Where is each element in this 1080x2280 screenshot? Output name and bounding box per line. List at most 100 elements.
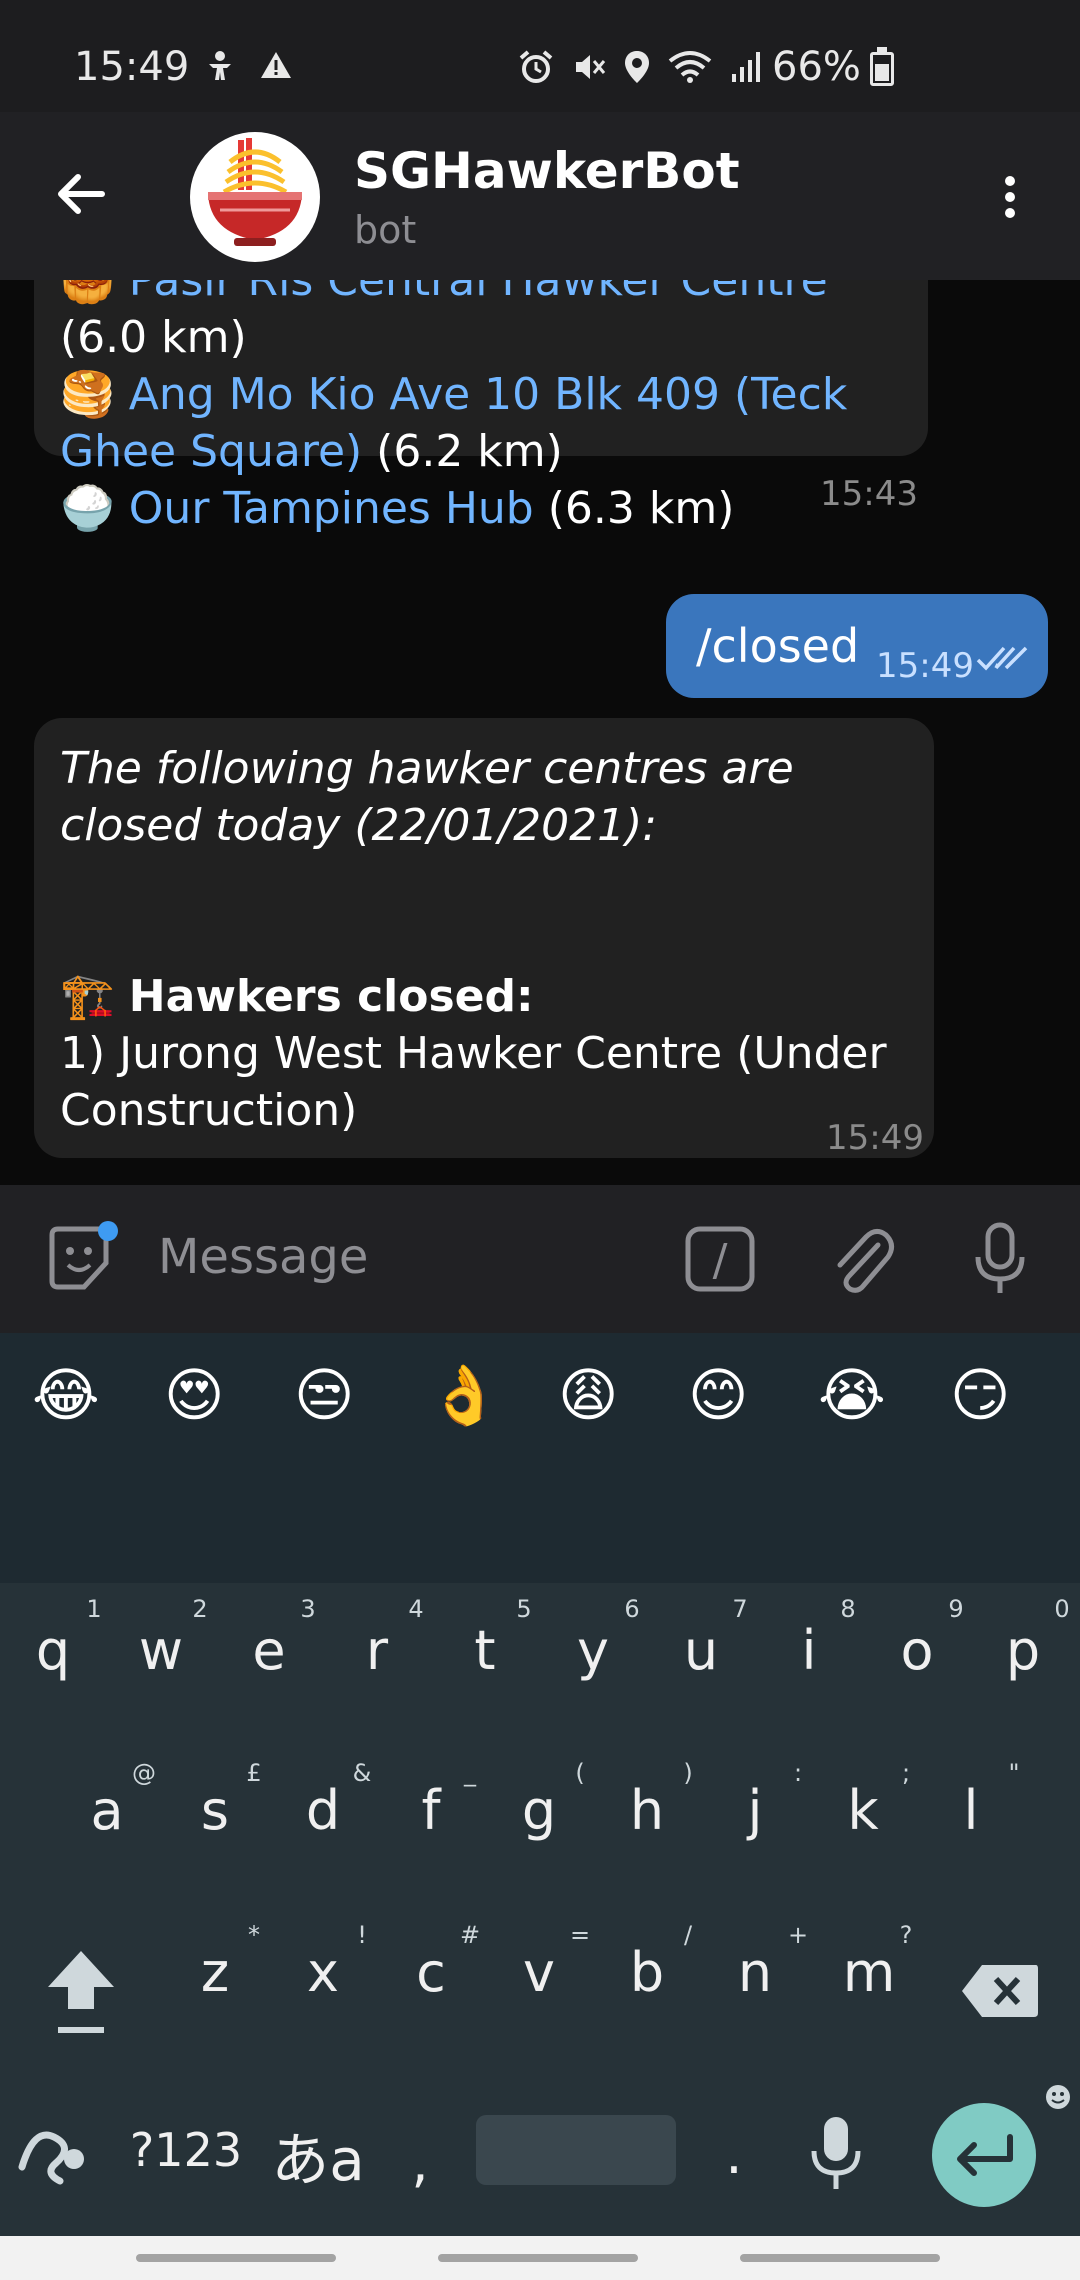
key-t[interactable]: t bbox=[462, 1619, 508, 1682]
key-d[interactable]: d bbox=[300, 1779, 346, 1842]
key-hint: _ bbox=[464, 1759, 476, 1787]
key-hint: 2 bbox=[192, 1595, 208, 1623]
key-m[interactable]: m bbox=[840, 1941, 898, 2004]
enter-key[interactable] bbox=[932, 2103, 1036, 2207]
key-v[interactable]: v bbox=[516, 1941, 562, 2004]
chat-subtitle: bot bbox=[354, 208, 417, 252]
backspace-icon[interactable] bbox=[960, 1963, 1040, 2019]
key-j[interactable]: j bbox=[732, 1779, 778, 1842]
back-arrow-icon[interactable] bbox=[52, 164, 112, 224]
emoji-toggle-icon[interactable] bbox=[1044, 2083, 1072, 2111]
nav-pill[interactable] bbox=[438, 2254, 638, 2262]
chat-header: SGHawkerBot bot bbox=[0, 112, 1080, 280]
message-bubble-incoming: 🥮 Pasir Ris Central Hawker Centre (6.0 k… bbox=[34, 280, 928, 534]
message-list[interactable]: 🥮 Pasir Ris Central Hawker Centre (6.0 k… bbox=[0, 280, 1080, 1185]
mute-icon bbox=[572, 50, 606, 84]
swype-icon[interactable] bbox=[14, 2107, 94, 2187]
period-key[interactable]: . bbox=[714, 2123, 754, 2186]
key-hint: 6 bbox=[624, 1595, 640, 1623]
key-hint: 3 bbox=[300, 1595, 316, 1623]
key-h[interactable]: h bbox=[624, 1779, 670, 1842]
command-text: /closed bbox=[696, 619, 860, 673]
emoji-suggestion[interactable]: 😂 bbox=[32, 1365, 100, 1425]
hawker-link[interactable]: Pasir Ris Central Hawker Centre bbox=[129, 280, 828, 306]
emoji-suggestion[interactable]: 😏 bbox=[950, 1365, 1010, 1425]
key-y[interactable]: y bbox=[570, 1619, 616, 1682]
section-title: Hawkers closed: bbox=[128, 971, 534, 1022]
key-w[interactable]: w bbox=[138, 1619, 184, 1682]
key-hint: 0 bbox=[1054, 1595, 1070, 1623]
emoji-suggestion[interactable]: 😒 bbox=[294, 1365, 354, 1425]
sticker-icon[interactable] bbox=[44, 1221, 120, 1297]
message-input[interactable]: Message bbox=[158, 1229, 368, 1285]
comma-key[interactable]: , bbox=[400, 2131, 440, 2194]
key-b[interactable]: b bbox=[624, 1941, 670, 2004]
key-s[interactable]: s bbox=[192, 1779, 238, 1842]
bot-avatar[interactable] bbox=[190, 132, 320, 262]
emoji-suggestion[interactable]: 😍 bbox=[164, 1365, 224, 1425]
key-hint: # bbox=[459, 1921, 481, 1949]
message-time: 15:49 bbox=[876, 646, 974, 686]
bot-command-icon[interactable]: / bbox=[684, 1225, 756, 1293]
emoji-suggestion[interactable]: 😭 bbox=[818, 1365, 886, 1425]
key-hint: 8 bbox=[840, 1595, 856, 1623]
distance-text: (6.0 km) bbox=[60, 312, 247, 363]
key-i[interactable]: i bbox=[786, 1619, 832, 1682]
key-c[interactable]: c bbox=[408, 1941, 454, 2004]
key-hint: * bbox=[248, 1921, 260, 1949]
message-bubble-incoming: The following hawker centres are closed … bbox=[34, 718, 934, 1158]
key-hint: = bbox=[569, 1921, 591, 1949]
key-p[interactable]: p bbox=[1000, 1619, 1046, 1682]
alarm-icon bbox=[518, 50, 554, 84]
battery-icon bbox=[870, 47, 894, 86]
emoji-suggestion[interactable]: 👌 bbox=[428, 1365, 500, 1425]
chat-title: SGHawkerBot bbox=[354, 142, 740, 200]
language-key[interactable]: あa bbox=[268, 2113, 368, 2197]
key-f[interactable]: f bbox=[408, 1779, 454, 1842]
key-e[interactable]: e bbox=[246, 1619, 292, 1682]
key-l[interactable]: l bbox=[948, 1779, 994, 1842]
key-x[interactable]: x bbox=[300, 1941, 346, 2004]
key-n[interactable]: n bbox=[732, 1941, 778, 2004]
pancake-emoji: 🥞 bbox=[60, 369, 115, 420]
key-hint: + bbox=[787, 1921, 809, 1949]
key-g[interactable]: g bbox=[516, 1779, 562, 1842]
emoji-suggestion[interactable]: 😊 bbox=[688, 1365, 748, 1425]
microphone-icon[interactable] bbox=[972, 1221, 1028, 1297]
key-a[interactable]: a bbox=[84, 1779, 130, 1842]
space-bar[interactable] bbox=[476, 2115, 676, 2185]
more-options-icon[interactable] bbox=[990, 170, 1030, 230]
crane-emoji: 🏗️ bbox=[60, 971, 115, 1022]
keyboard-toolbar-area bbox=[0, 1457, 1080, 1583]
navigation-bar bbox=[0, 2236, 1080, 2280]
key-q[interactable]: q bbox=[30, 1619, 76, 1682]
svg-text:/: / bbox=[713, 1235, 728, 1286]
voice-input-icon[interactable] bbox=[808, 2113, 864, 2193]
keyboard: 1 2 3 4 5 6 7 8 9 0 q w e r t y u i o p … bbox=[0, 1583, 1080, 2236]
key-r[interactable]: r bbox=[354, 1619, 400, 1682]
nav-pill[interactable] bbox=[740, 2254, 940, 2262]
message-input-bar: Message / bbox=[0, 1185, 1080, 1333]
key-hint: 4 bbox=[408, 1595, 424, 1623]
key-o[interactable]: o bbox=[894, 1619, 940, 1682]
location-icon bbox=[624, 50, 650, 84]
hawker-link[interactable]: Our Tampines Hub bbox=[129, 483, 534, 534]
double-check-icon bbox=[976, 644, 1030, 672]
location-line: 🥮 Pasir Ris Central Hawker Centre (6.0 k… bbox=[60, 280, 920, 366]
rice-emoji: 🍚 bbox=[60, 483, 115, 534]
shift-icon[interactable] bbox=[44, 1947, 118, 2039]
closed-intro-text: The following hawker centres are closed … bbox=[60, 743, 794, 851]
emoji-suggestion-row: 😂 😍 😒 👌 😩 😊 😭 😏 bbox=[0, 1333, 1080, 1457]
signal-icon bbox=[730, 50, 762, 84]
emoji-suggestion[interactable]: 😩 bbox=[558, 1365, 618, 1425]
message-time: 15:43 bbox=[820, 474, 918, 514]
key-u[interactable]: u bbox=[678, 1619, 724, 1682]
attach-icon[interactable] bbox=[830, 1223, 896, 1295]
message-bubble-outgoing: /closed 15:49 bbox=[666, 594, 1048, 698]
key-z[interactable]: z bbox=[192, 1941, 238, 2004]
nav-pill[interactable] bbox=[136, 2254, 336, 2262]
key-hint: : bbox=[793, 1759, 803, 1787]
status-bar: 15:49 66% bbox=[0, 0, 1080, 112]
symbols-key[interactable]: ?123 bbox=[126, 2123, 246, 2177]
key-k[interactable]: k bbox=[840, 1779, 886, 1842]
